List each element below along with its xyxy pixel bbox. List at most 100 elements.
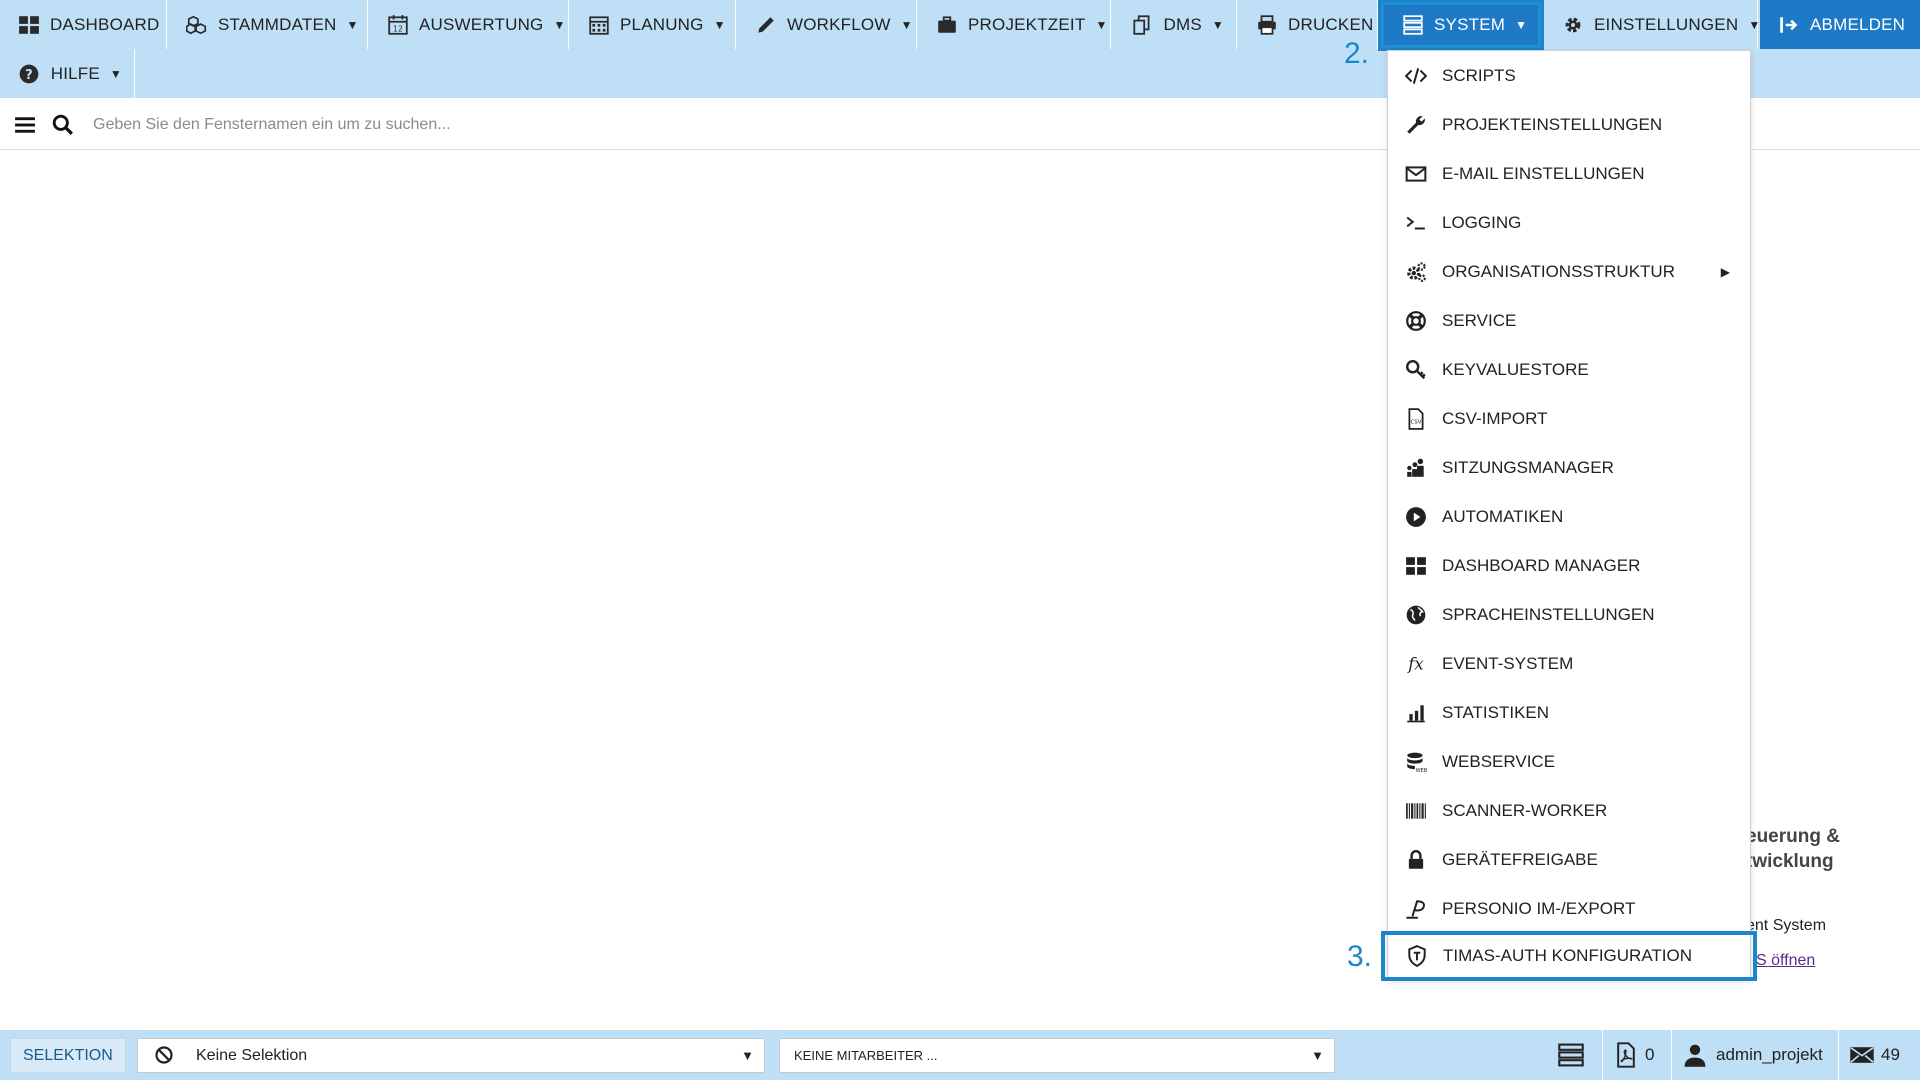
server-list-icon xyxy=(1402,14,1424,36)
users-group-icon xyxy=(1404,456,1428,480)
chevron-right-icon: ▶ xyxy=(1720,264,1730,279)
menu-planung[interactable]: PLANUNG ▼ xyxy=(570,0,736,49)
menu-label: STAMMDATEN xyxy=(218,14,337,34)
dropdown-item-timas-auth-konfiguration[interactable]: TIMAS-AUTH KONFIGURATION xyxy=(1381,931,1757,981)
dropdown-item-dashboard-manager[interactable]: DASHBOARD MANAGER xyxy=(1388,541,1750,590)
svg-text:?: ? xyxy=(25,67,33,82)
selection-value: Keine Selektion xyxy=(196,1046,308,1064)
selektion-label: SELEKTION xyxy=(23,1046,113,1064)
dropdown-item-statistiken[interactable]: STATISTIKEN xyxy=(1388,688,1750,737)
employee-value: KEINE MITARBEITER ... xyxy=(794,1048,938,1063)
svg-text:WEB: WEB xyxy=(1416,767,1427,772)
shield-icon xyxy=(1405,944,1429,968)
cogs-icon xyxy=(1404,260,1428,284)
dropdown-item-logging[interactable]: LOGGING xyxy=(1388,198,1750,247)
csv-file-icon: CSV xyxy=(1404,407,1428,431)
chevron-down-icon: ▼ xyxy=(1748,17,1761,32)
dropdown-item-label: EVENT-SYSTEM xyxy=(1442,653,1574,673)
dropdown-item-automatiken[interactable]: AUTOMATIKEN xyxy=(1388,492,1750,541)
calendar-grid-icon xyxy=(588,14,610,36)
search-icon[interactable] xyxy=(51,113,75,137)
menu-einstellungen[interactable]: EINSTELLUNGEN ▼ xyxy=(1544,0,1761,49)
dropdown-item-service[interactable]: SERVICE xyxy=(1388,296,1750,345)
dropdown-item-event-system[interactable]: fx EVENT-SYSTEM xyxy=(1388,639,1750,688)
hamburger-menu-icon[interactable] xyxy=(13,113,37,137)
menu-hilfe[interactable]: ? HILFE ▼ xyxy=(0,49,135,98)
dropdown-item-label: SCANNER-WORKER xyxy=(1442,800,1608,820)
mail-counter[interactable]: 49 xyxy=(1838,1030,1920,1080)
menu-label: ABMELDEN xyxy=(1810,14,1906,34)
dropdown-item-spracheinstellungen[interactable]: SPRACHEINSTELLUNGEN xyxy=(1388,590,1750,639)
dropdown-item-label: PROJEKTEINSTELLUNGEN xyxy=(1442,114,1663,134)
selection-dropdown[interactable]: Keine Selektion ▼ xyxy=(137,1038,765,1073)
dropdown-item-label: E-MAIL EINSTELLUNGEN xyxy=(1442,163,1645,183)
pdf-file-icon xyxy=(1613,1042,1639,1068)
dropdown-item-organisationsstruktur[interactable]: ORGANISATIONSSTRUKTUR ▶ xyxy=(1388,247,1750,296)
menu-label: EINSTELLUNGEN xyxy=(1594,14,1739,34)
database-web-icon: WEB xyxy=(1404,750,1428,774)
dropdown-item-personio-im-export[interactable]: PERSONIO IM-/EXPORT xyxy=(1388,884,1750,933)
background-text-line: twicklung xyxy=(1746,851,1834,872)
dropdown-item-scanner-worker[interactable]: SCANNER-WORKER xyxy=(1388,786,1750,835)
pdf-counter[interactable]: 0 xyxy=(1602,1030,1670,1080)
menu-auswertung[interactable]: 12 AUSWERTUNG ▼ xyxy=(369,0,569,49)
dropdown-item-label: PERSONIO IM-/EXPORT xyxy=(1442,898,1636,918)
menu-label: PROJEKTZEIT xyxy=(968,14,1086,34)
menu-projektzeit[interactable]: PROJEKTZEIT ▼ xyxy=(918,0,1111,49)
envelope-icon xyxy=(1404,162,1428,186)
lock-icon xyxy=(1404,848,1428,872)
dropdown-item-label: DASHBOARD MANAGER xyxy=(1442,555,1641,575)
chevron-down-icon: ▼ xyxy=(1311,1048,1324,1063)
user-info[interactable]: admin_projekt xyxy=(1671,1030,1837,1080)
globe-icon xyxy=(1404,603,1428,627)
chevron-down-icon: ▼ xyxy=(553,17,566,32)
personio-icon xyxy=(1404,897,1428,921)
background-link[interactable]: S öffnen xyxy=(1756,952,1815,970)
dropdown-item-label: STATISTIKEN xyxy=(1442,702,1550,722)
dropdown-item-csv-import[interactable]: CSV CSV-IMPORT xyxy=(1388,394,1750,443)
dropdown-item-email-einstellungen[interactable]: E-MAIL EINSTELLUNGEN xyxy=(1388,149,1750,198)
menu-dms[interactable]: DMS ▼ xyxy=(1112,0,1237,49)
wrench-icon xyxy=(1404,113,1428,137)
dropdown-item-label: SPRACHEINSTELLUNGEN xyxy=(1442,604,1655,624)
dropdown-item-projekteinstellungen[interactable]: PROJEKTEINSTELLUNGEN xyxy=(1388,100,1750,149)
employee-dropdown[interactable]: KEINE MITARBEITER ... ▼ xyxy=(779,1038,1335,1073)
dropdown-item-webservice[interactable]: WEB WEBSERVICE xyxy=(1388,737,1750,786)
step-3-label: 3. xyxy=(1347,940,1373,973)
key-search-icon xyxy=(1404,358,1428,382)
window-search-input[interactable] xyxy=(93,115,893,134)
chevron-down-icon: ▼ xyxy=(1515,18,1528,32)
logout-icon xyxy=(1778,14,1800,36)
menu-label: DMS xyxy=(1163,14,1202,34)
dropdown-item-scripts[interactable]: SCRIPTS xyxy=(1388,51,1750,100)
bar-chart-icon xyxy=(1404,701,1428,725)
system-dropdown-menu: SCRIPTS PROJEKTEINSTELLUNGEN E-MAIL EINS… xyxy=(1381,50,1757,981)
dropdown-item-geraetefreigabe[interactable]: GERÄTEFREIGABE xyxy=(1388,835,1750,884)
dropdown-item-label: CSV-IMPORT xyxy=(1442,408,1548,428)
dropdown-item-label: LOGGING xyxy=(1442,212,1522,232)
selektion-button[interactable]: SELEKTION xyxy=(10,1038,126,1073)
menu-label: DASHBOARD xyxy=(50,14,160,34)
menu-system[interactable]: SYSTEM ▼ xyxy=(1378,0,1544,51)
function-icon: fx xyxy=(1404,652,1428,676)
dropdown-item-sitzungsmanager[interactable]: SITZUNGSMANAGER xyxy=(1388,443,1750,492)
dropdown-item-label: AUTOMATIKEN xyxy=(1442,506,1564,526)
svg-text:CSV: CSV xyxy=(1410,419,1421,425)
menu-workflow[interactable]: WORKFLOW ▼ xyxy=(737,0,917,49)
logout-button[interactable]: ABMELDEN xyxy=(1760,0,1920,49)
menu-label: SYSTEM xyxy=(1434,15,1506,34)
chevron-down-icon: ▼ xyxy=(1211,17,1224,32)
menu-dashboard[interactable]: DASHBOARD xyxy=(0,0,167,49)
app-window: DASHBOARD STAMMDATEN ▼ 12 AUSWERTUNG ▼ P… xyxy=(0,0,1920,1080)
menu-stammdaten[interactable]: STAMMDATEN ▼ xyxy=(168,0,368,49)
dropdown-item-label: KEYVALUESTORE xyxy=(1442,359,1589,379)
menu-label: DRUCKEN xyxy=(1288,14,1374,34)
barcode-icon xyxy=(1404,799,1428,823)
terminal-icon xyxy=(1404,211,1428,235)
user-icon xyxy=(1682,1042,1708,1068)
calendar-12-icon: 12 xyxy=(387,14,409,36)
lifebuoy-icon xyxy=(1404,309,1428,333)
dropdown-item-keyvaluestore[interactable]: KEYVALUESTORE xyxy=(1388,345,1750,394)
play-circle-icon xyxy=(1404,505,1428,529)
list-view-button[interactable] xyxy=(1540,1030,1601,1080)
